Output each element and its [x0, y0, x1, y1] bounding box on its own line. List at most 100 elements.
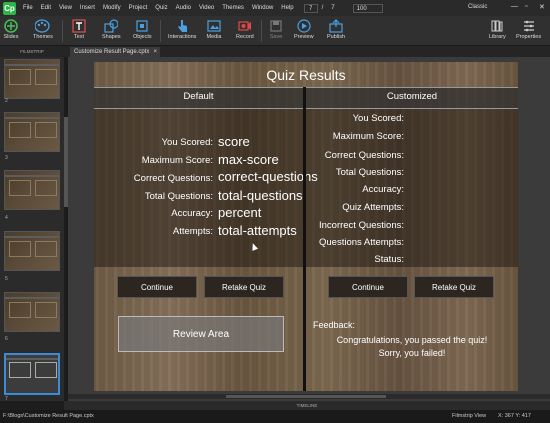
custom-score-label[interactable]: You Scored: — [353, 113, 404, 124]
default-max-score-variable[interactable]: max-score — [218, 152, 279, 167]
fail-message[interactable]: Sorry, you failed! — [306, 348, 518, 358]
menu-audio[interactable]: Audio — [172, 5, 195, 11]
custom-correct-label[interactable]: Correct Questions: — [325, 150, 404, 161]
slide-thumbnail-selected[interactable] — [4, 353, 60, 395]
default-accuracy-label[interactable]: Accuracy: — [171, 208, 213, 219]
palette-icon — [35, 18, 51, 33]
custom-questions-attempts-label[interactable]: Questions Attempts: — [319, 237, 404, 248]
toolbar-divider — [160, 20, 161, 42]
default-column-header[interactable]: Default — [94, 91, 303, 102]
publish-button[interactable]: Publish — [327, 18, 345, 40]
menu-bar: Cp File Edit View Insert Modify Project … — [0, 0, 550, 16]
default-total-variable[interactable]: total-questions — [218, 188, 303, 203]
slide-thumbnail[interactable] — [4, 231, 60, 271]
objects-label: Objects — [133, 34, 152, 40]
slide[interactable]: Quiz Results Default Customized You Scor… — [94, 62, 518, 391]
preview-label: Preview — [294, 34, 314, 40]
slide-number: 6 — [5, 336, 8, 342]
menu-insert[interactable]: Insert — [76, 5, 99, 11]
record-label: Record — [236, 34, 254, 40]
page-current-input[interactable]: 7 — [303, 3, 318, 13]
minimize-icon[interactable]: — — [511, 3, 518, 10]
page-total: 7 — [331, 5, 335, 11]
retake-quiz-button-default[interactable]: Retake Quiz — [204, 276, 284, 298]
save-label: Save — [269, 34, 283, 40]
menu-quiz[interactable]: Quiz — [151, 5, 171, 11]
feedback-label[interactable]: Feedback: — [313, 320, 355, 330]
custom-quiz-attempts-label[interactable]: Quiz Attempts: — [342, 202, 404, 213]
media-button[interactable]: Media — [206, 18, 222, 40]
scrollbar-thumb[interactable] — [226, 395, 386, 398]
publish-icon — [328, 18, 344, 33]
slides-button[interactable]: Slides — [3, 18, 19, 40]
save-button[interactable]: Save — [268, 18, 284, 40]
close-icon[interactable]: ✕ — [539, 3, 545, 11]
custom-total-label[interactable]: Total Questions: — [336, 167, 404, 178]
properties-label: Properties — [516, 34, 542, 40]
review-area-button[interactable]: Review Area — [118, 316, 284, 352]
themes-label: Themes — [33, 34, 53, 40]
properties-button[interactable]: Properties — [516, 18, 541, 40]
slide-thumbnail[interactable] — [4, 170, 60, 210]
preview-button[interactable]: Preview — [294, 18, 314, 40]
stage-canvas: Quiz Results Default Customized You Scor… — [68, 57, 550, 401]
pass-message[interactable]: Congratulations, you passed the quiz! — [306, 335, 518, 345]
slide-number: 7 — [5, 396, 8, 402]
continue-button-default[interactable]: Continue — [117, 276, 197, 298]
view-mode: Filmstrip View — [452, 413, 487, 419]
menu-window[interactable]: Window — [248, 5, 277, 11]
close-tab-icon[interactable]: × — [153, 49, 157, 55]
text-button[interactable]: Text — [71, 18, 87, 40]
workspace-select[interactable]: Classic — [468, 4, 487, 10]
default-correct-label[interactable]: Correct Questions: — [134, 173, 213, 184]
media-icon — [206, 18, 222, 33]
menu-modify[interactable]: Modify — [99, 5, 125, 11]
hand-pointer-icon — [174, 18, 190, 33]
default-score-variable[interactable]: score — [218, 134, 250, 149]
record-icon — [237, 18, 253, 33]
menu-project[interactable]: Project — [125, 5, 152, 11]
retake-quiz-button-custom[interactable]: Retake Quiz — [414, 276, 494, 298]
menu-help[interactable]: Help — [277, 5, 297, 11]
timeline-panel[interactable]: TIMELINE — [64, 401, 550, 410]
objects-button[interactable]: Objects — [133, 18, 152, 40]
library-button[interactable]: Library — [489, 18, 506, 40]
text-label: Text — [73, 34, 85, 40]
slide-thumbnail[interactable] — [4, 59, 60, 99]
document-tab[interactable]: Customize Result Page.cptx × — [70, 47, 160, 57]
publish-label: Publish — [327, 34, 346, 40]
zoom-select[interactable]: 100 — [352, 3, 383, 13]
custom-max-score-label[interactable]: Maximum Score: — [333, 131, 404, 142]
custom-accuracy-label[interactable]: Accuracy: — [362, 184, 404, 195]
default-attempts-variable[interactable]: total-attempts — [218, 223, 297, 238]
slide-number: 4 — [5, 215, 8, 221]
themes-button[interactable]: Themes — [33, 18, 53, 40]
stage-horizontal-scrollbar[interactable] — [68, 394, 550, 399]
default-total-label[interactable]: Total Questions: — [145, 191, 213, 202]
slide-thumbnail[interactable] — [4, 292, 60, 332]
menu-themes[interactable]: Themes — [218, 5, 248, 11]
continue-button-custom[interactable]: Continue — [328, 276, 408, 298]
default-accuracy-variable[interactable]: percent — [218, 205, 261, 220]
slide-title[interactable]: Quiz Results — [94, 67, 518, 83]
shapes-button[interactable]: Shapes — [102, 18, 121, 40]
custom-incorrect-label[interactable]: Incorrect Questions: — [319, 220, 404, 231]
slide-number: 5 — [5, 276, 8, 282]
default-score-label[interactable]: You Scored: — [162, 137, 213, 148]
menu-edit[interactable]: Edit — [37, 5, 55, 11]
menu-view[interactable]: View — [55, 5, 76, 11]
record-button[interactable]: Record — [236, 18, 254, 40]
menu-file[interactable]: File — [19, 5, 37, 11]
default-attempts-label[interactable]: Attempts: — [173, 226, 213, 237]
cursor-coordinates: X: 367 Y: 417 — [498, 413, 531, 419]
menu-video[interactable]: Video — [195, 5, 218, 11]
default-max-score-label[interactable]: Maximum Score: — [142, 155, 213, 166]
customized-column-header[interactable]: Customized — [306, 91, 518, 102]
interactions-button[interactable]: Interactions — [168, 18, 196, 40]
toolbar-divider — [261, 20, 262, 42]
status-bar: F:\Blogs\Customize Result Page.cptx Film… — [0, 410, 550, 423]
custom-status-label[interactable]: Status: — [374, 254, 404, 265]
maximize-icon[interactable]: ▫ — [525, 3, 527, 10]
slide-thumbnail[interactable] — [4, 112, 60, 152]
app-logo: Cp — [3, 1, 16, 15]
